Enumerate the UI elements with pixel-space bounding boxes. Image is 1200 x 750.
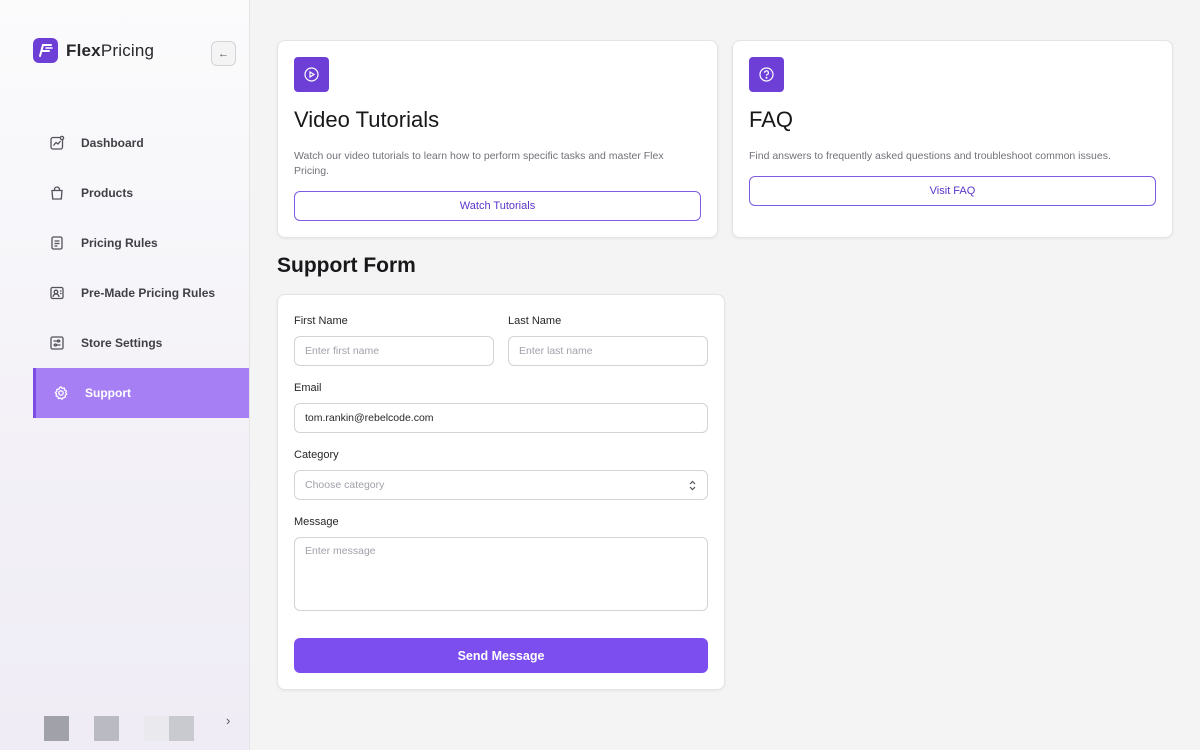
gear-icon: [53, 385, 69, 401]
category-select[interactable]: Choose category: [294, 470, 708, 500]
brand[interactable]: FlexPricing: [33, 38, 154, 63]
sidebar-item-pre-made-pricing-rules[interactable]: Pre-Made Pricing Rules: [33, 268, 249, 318]
support-form-card: First Name Enter first name Last Name En…: [277, 294, 725, 690]
sidebar-item-store-settings[interactable]: Store Settings: [33, 318, 249, 368]
card-title: Video Tutorials: [294, 107, 440, 132]
card-title: FAQ: [749, 107, 794, 132]
category-select-value: Choose category: [305, 479, 385, 491]
visit-faq-button[interactable]: Visit FAQ: [749, 176, 1156, 206]
watch-tutorials-button[interactable]: Watch Tutorials: [294, 191, 701, 221]
footer-swatch: [94, 716, 119, 741]
sidebar-item-label: Dashboard: [81, 136, 144, 150]
email-input[interactable]: tom.rankin@rebelcode.com: [294, 403, 708, 433]
sliders-icon: [49, 335, 65, 351]
faq-card: FAQ Find answers to frequently asked que…: [732, 40, 1173, 238]
collapse-sidebar-button[interactable]: ←: [211, 41, 236, 66]
sidebar-item-products[interactable]: Products: [33, 168, 249, 218]
document-icon: [49, 235, 65, 251]
card-description: Find answers to frequently asked questio…: [749, 150, 1111, 162]
support-form-title: Support Form: [277, 254, 416, 277]
footer-swatch: [44, 716, 69, 741]
first-name-input[interactable]: Enter first name: [294, 336, 494, 366]
chart-icon: [49, 135, 65, 151]
sidebar-item-label: Pricing Rules: [81, 236, 158, 250]
brand-name: FlexPricing: [66, 40, 155, 60]
chevron-right-icon[interactable]: ›: [226, 713, 230, 728]
sidebar-nav: Dashboard Products Pricing Rules Pre-Mad…: [33, 118, 249, 418]
sidebar-item-label: Store Settings: [81, 336, 163, 350]
sidebar: FlexPricing ← Dashboard Products Pricing…: [0, 0, 250, 750]
question-circle-icon: [749, 57, 784, 92]
sidebar-footer-avatars: [44, 716, 194, 741]
category-label: Category: [294, 449, 339, 461]
sidebar-item-label: Support: [85, 386, 131, 400]
flexpricing-logo-icon: [33, 38, 58, 63]
play-circle-icon: [294, 57, 329, 92]
sidebar-item-label: Products: [81, 186, 134, 200]
last-name-input[interactable]: Enter last name: [508, 336, 708, 366]
chevron-up-down-icon: [688, 479, 697, 492]
footer-swatch: [144, 716, 169, 741]
arrow-left-icon: ←: [218, 47, 229, 60]
sidebar-item-label: Pre-Made Pricing Rules: [81, 286, 216, 300]
message-textarea[interactable]: Enter message: [294, 537, 708, 611]
bag-icon: [49, 185, 65, 201]
card-description: Watch our video tutorials to learn how t…: [294, 150, 664, 177]
sidebar-item-dashboard[interactable]: Dashboard: [33, 118, 249, 168]
video-tutorials-card: Video Tutorials Watch our video tutorial…: [277, 40, 718, 238]
email-label: Email: [294, 382, 322, 394]
first-name-label: First Name: [294, 315, 348, 327]
sidebar-item-support[interactable]: Support: [33, 368, 249, 418]
last-name-label: Last Name: [508, 315, 562, 327]
message-label: Message: [294, 516, 339, 528]
id-card-icon: [49, 285, 65, 301]
send-message-button[interactable]: Send Message: [294, 638, 708, 673]
footer-swatch: [169, 716, 194, 741]
sidebar-item-pricing-rules[interactable]: Pricing Rules: [33, 218, 249, 268]
